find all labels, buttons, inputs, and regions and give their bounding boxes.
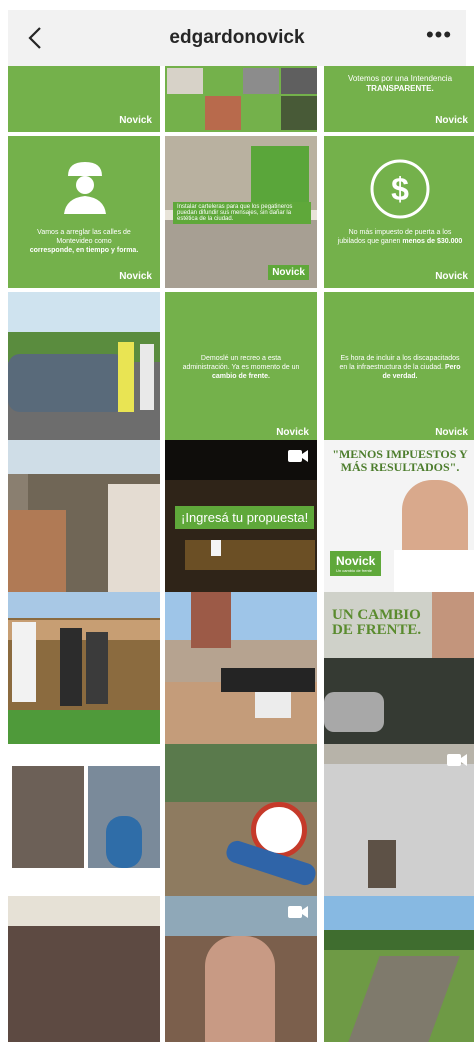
post-tile[interactable]: "MENOS IMPUESTOS Y MÁS RESULTADOS". Novi… (324, 440, 474, 592)
post-tile[interactable] (324, 896, 474, 1042)
post-tile[interactable] (8, 292, 160, 444)
post-tile[interactable]: Es hora de incluir a los discapacitados … (324, 292, 474, 444)
novick-logo: Novick (268, 265, 309, 280)
post-tile[interactable] (324, 744, 474, 896)
novick-logo: Novick (435, 115, 468, 126)
post-tile[interactable] (8, 440, 160, 592)
post-tile[interactable]: Demoslé un recreo a esta administración.… (165, 292, 317, 444)
video-camera-icon (287, 904, 309, 920)
novick-logo: Novick (276, 427, 309, 438)
worker-helmet-icon (64, 162, 106, 214)
novick-logo: Novick (119, 271, 152, 282)
novick-logo: Novick Un cambio de frente (330, 551, 382, 576)
video-camera-icon (287, 448, 309, 464)
post-tile[interactable] (165, 592, 317, 744)
video-camera-icon (446, 752, 468, 768)
post-tile[interactable] (8, 744, 160, 896)
post-tile[interactable]: Instalar carteleras para que los pegatin… (165, 136, 317, 288)
post-tile[interactable]: UN CAMBIO DE FRENTE. (324, 592, 474, 744)
post-tile[interactable] (8, 592, 160, 744)
dollar-coin-icon: $ (370, 159, 430, 219)
profile-header: edgardonovick ••• (8, 10, 466, 66)
more-options-button[interactable]: ••• (424, 24, 454, 52)
post-tile[interactable]: Vamos a arreglar las calles de Montevide… (8, 136, 160, 288)
novick-logo: Novick (119, 115, 152, 126)
post-tile[interactable] (165, 66, 317, 132)
novick-logo: Novick (435, 427, 468, 438)
post-tile[interactable] (165, 896, 317, 1042)
novick-logo: Novick (435, 271, 468, 282)
post-tile[interactable]: ¡Ingresá tu propuesta! (165, 440, 317, 592)
post-tile[interactable]: Novick (8, 66, 160, 132)
post-tile[interactable] (8, 896, 160, 1042)
post-tile[interactable] (165, 744, 317, 896)
svg-text:$: $ (391, 171, 409, 207)
post-tile[interactable]: Votemos por una Intendencia TRANSPARENTE.… (324, 66, 474, 132)
post-tile[interactable]: $ No más impuesto de puerta a los jubila… (324, 136, 474, 288)
profile-username: edgardonovick (169, 27, 305, 48)
